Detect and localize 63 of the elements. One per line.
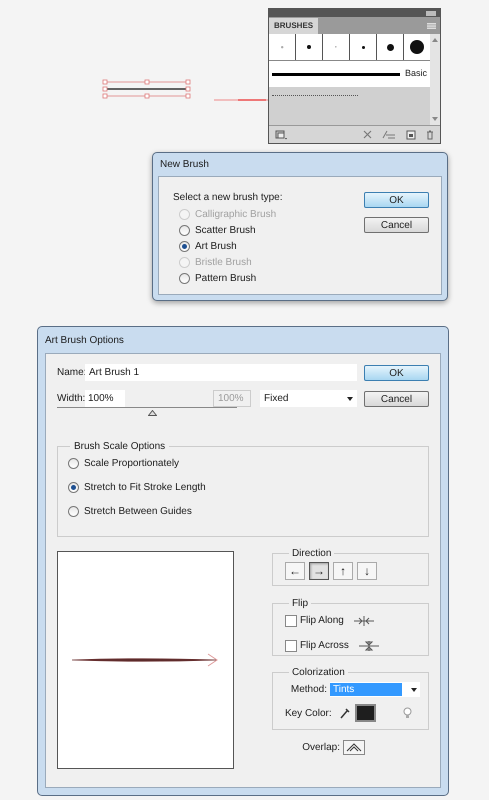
name-field[interactable]: Art Brush 1 bbox=[85, 364, 357, 381]
direction-button[interactable]: ↓ bbox=[356, 562, 377, 580]
group-title: Colorization bbox=[290, 666, 346, 680]
eyedropper-icon[interactable] bbox=[340, 707, 350, 719]
prompt-text: Select a new brush type: bbox=[173, 191, 283, 204]
option-label: Scale Proportionately bbox=[84, 457, 180, 471]
option-label: Stretch Between Guides bbox=[84, 505, 192, 519]
field-label: Overlap: bbox=[302, 741, 340, 755]
group-title: Brush Scale Options bbox=[73, 440, 166, 454]
direction-button[interactable]: ↑ bbox=[332, 562, 353, 580]
option-label: Bristle Brush bbox=[195, 256, 252, 270]
dropdown-arrow-icon[interactable] bbox=[411, 688, 417, 692]
cancel-button[interactable]: Cancel bbox=[364, 217, 429, 233]
ok-button[interactable]: OK bbox=[364, 192, 429, 208]
panel-tab[interactable]: BRUSHES bbox=[269, 18, 318, 34]
remove-icon[interactable] bbox=[363, 130, 372, 139]
radio-button[interactable] bbox=[179, 273, 190, 284]
option-label: Art Brush bbox=[195, 240, 237, 254]
trash-icon[interactable] bbox=[426, 130, 434, 140]
scrollbar[interactable] bbox=[430, 34, 440, 125]
lightbulb-icon[interactable] bbox=[403, 707, 412, 719]
scroll-down-icon[interactable] bbox=[432, 117, 438, 121]
option-label: Scatter Brush bbox=[195, 224, 256, 238]
new-brush-icon[interactable] bbox=[406, 130, 416, 140]
option-label: Calligraphic Brush bbox=[195, 208, 276, 222]
ok-button[interactable]: OK bbox=[364, 364, 429, 380]
slider-track[interactable] bbox=[57, 407, 237, 414]
drag-line bbox=[214, 98, 268, 102]
width-field[interactable]: 100% bbox=[85, 390, 125, 407]
checkbox[interactable] bbox=[284, 640, 297, 652]
mode-dropdown[interactable]: Fixed bbox=[260, 390, 357, 407]
option-label: Flip Along bbox=[300, 614, 344, 628]
checkbox[interactable] bbox=[284, 614, 297, 626]
library-icon[interactable] bbox=[275, 130, 287, 140]
option-label: Stretch to Fit Stroke Length bbox=[84, 481, 206, 495]
radio-button[interactable] bbox=[68, 482, 79, 493]
option-label: Flip Across bbox=[300, 639, 349, 653]
stroke-options-icon[interactable] bbox=[382, 130, 396, 139]
cancel-button[interactable]: Cancel bbox=[364, 390, 429, 406]
overlap-icon[interactable] bbox=[343, 740, 365, 755]
window-title: New Brush bbox=[160, 158, 209, 172]
width-readout: 100% bbox=[213, 390, 251, 407]
brush-row[interactable]: Basic bbox=[269, 61, 430, 87]
field-label: Key Color: bbox=[284, 706, 332, 720]
flip-across-icon bbox=[358, 640, 380, 652]
option-label: Pattern Brush bbox=[195, 272, 256, 286]
radio-button[interactable] bbox=[68, 458, 79, 469]
dropdown-arrow-icon[interactable] bbox=[347, 396, 353, 400]
group-title: Direction bbox=[290, 547, 332, 561]
field-label: Method: bbox=[290, 683, 327, 697]
slider-thumb[interactable] bbox=[148, 410, 158, 416]
radio-button[interactable] bbox=[179, 225, 190, 236]
scroll-up-icon[interactable] bbox=[432, 38, 438, 42]
group-title: Flip bbox=[290, 597, 310, 611]
radio-button[interactable] bbox=[179, 241, 190, 252]
key-color-swatch[interactable] bbox=[354, 704, 376, 722]
direction-button[interactable]: ← bbox=[284, 562, 305, 580]
field-label: Width: bbox=[57, 392, 85, 406]
field-label: Name: bbox=[57, 366, 85, 380]
window-title: Art Brush Options bbox=[45, 334, 124, 348]
radio-button[interactable] bbox=[68, 506, 79, 517]
flip-along-icon bbox=[352, 614, 375, 626]
direction-button[interactable]: → bbox=[308, 562, 329, 580]
